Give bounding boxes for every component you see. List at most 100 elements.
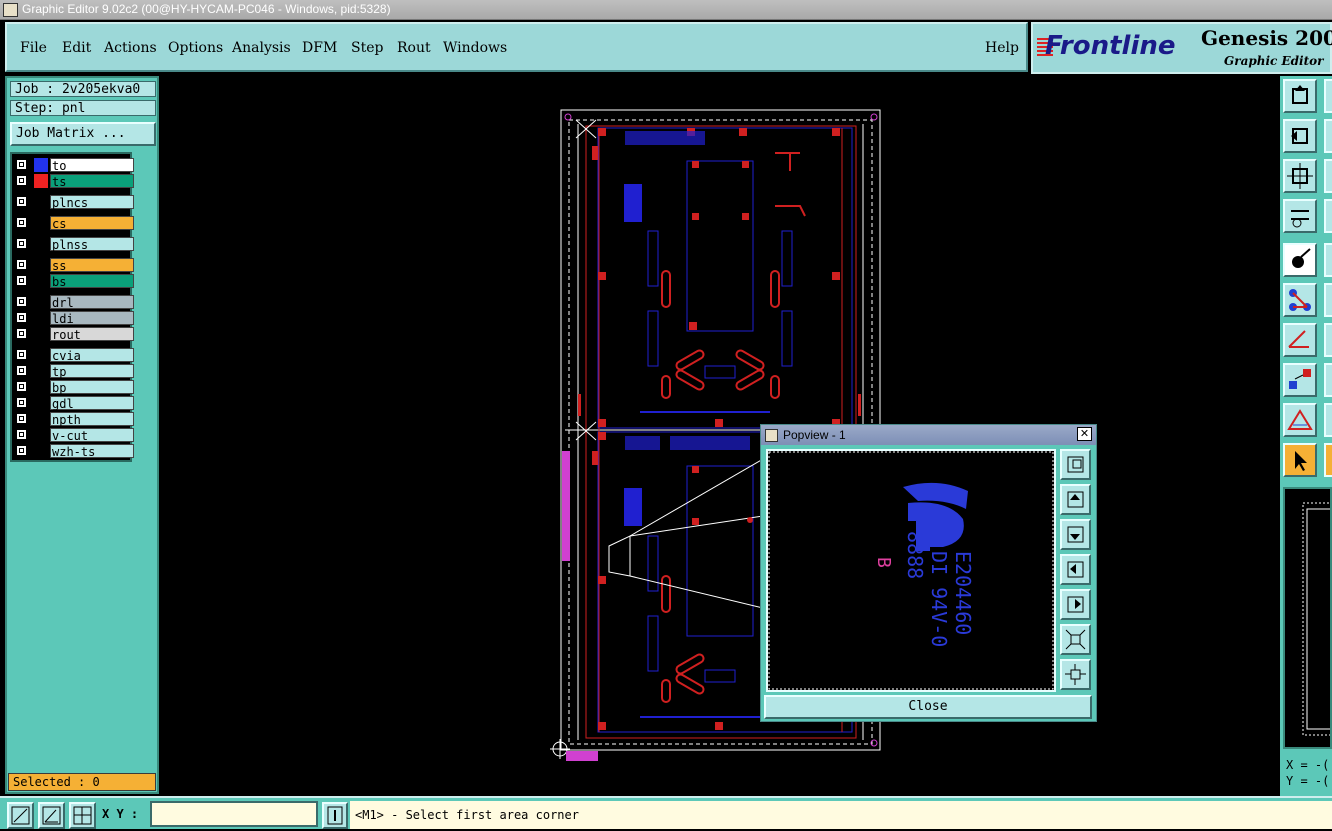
menu-actions[interactable]: Actions (104, 40, 157, 56)
layer-row-plncs[interactable]: plncs (16, 195, 134, 210)
tool-move-icon[interactable] (1283, 363, 1317, 397)
layer-name[interactable]: plncs (50, 195, 134, 210)
menu-analysis[interactable]: Analysis (232, 40, 291, 56)
layer-name[interactable]: drl (50, 295, 134, 310)
step-name: Step: pnl (10, 100, 156, 116)
popview-pan-right-button[interactable] (1060, 589, 1091, 620)
popview-window-icon (765, 429, 778, 442)
layer-checkbox[interactable] (16, 312, 27, 323)
tool-pan-left-icon[interactable] (1283, 119, 1317, 153)
layer-name[interactable]: tp (50, 364, 134, 379)
layer-row-drl[interactable]: drl (16, 295, 134, 310)
layer-checkbox[interactable] (16, 397, 27, 408)
layer-name[interactable]: ss (50, 258, 134, 273)
menu-file[interactable]: File (20, 40, 47, 56)
layer-row-tp[interactable]: tp (16, 364, 134, 379)
job-matrix-button[interactable]: Job Matrix ... (10, 122, 156, 146)
layer-name[interactable]: v-cut (50, 428, 134, 443)
measure-tool-icon[interactable] (7, 802, 34, 829)
status-bar: X Y : <M1> - Select first area corner (0, 796, 1332, 829)
layer-name[interactable]: ts (50, 174, 134, 189)
menu-step[interactable]: Step (351, 40, 383, 56)
layer-name[interactable]: cvia (50, 348, 134, 363)
popview-pan-left-button[interactable] (1060, 554, 1091, 585)
info-button-icon[interactable] (322, 802, 348, 829)
tool-open-icon[interactable] (1283, 79, 1317, 113)
layer-name[interactable]: to (50, 158, 134, 173)
layer-checkbox[interactable] (16, 196, 27, 207)
popview-dialog: Popview - 1 ✕ E204460 DI 94V-0 8888 B Cl… (760, 424, 1097, 722)
layer-checkbox[interactable] (16, 159, 27, 170)
tool-add-feature-icon[interactable] (1283, 243, 1317, 277)
popview-title: Popview - 1 (783, 428, 846, 442)
layer-row-wzh-ts[interactable]: wzh-ts (16, 444, 134, 459)
layer-row-ss[interactable]: ss (16, 258, 134, 273)
popview-pan-down-button[interactable] (1060, 519, 1091, 550)
layer-row-ldi[interactable]: ldi (16, 311, 134, 326)
tool-select-icon[interactable] (1283, 443, 1317, 477)
marking-line-2: 8888 (903, 531, 927, 579)
layer-color-swatch (34, 348, 48, 362)
popview-close-x-icon[interactable]: ✕ (1077, 427, 1092, 441)
popview-canvas[interactable]: E204460 DI 94V-0 8888 B (766, 449, 1056, 692)
layer-name[interactable]: bs (50, 274, 134, 289)
popview-titlebar[interactable]: Popview - 1 ✕ (761, 425, 1096, 445)
layer-row-bp[interactable]: bp (16, 380, 134, 395)
layer-row-cs[interactable]: cs (16, 216, 134, 231)
marking-line-1: DI 94V-0 (927, 551, 951, 647)
tool-line-icon[interactable] (1283, 323, 1317, 357)
layer-name[interactable]: wzh-ts (50, 444, 134, 459)
menu-rout[interactable]: Rout (397, 40, 431, 56)
layer-checkbox[interactable] (16, 175, 27, 186)
angle-tool-icon[interactable] (38, 802, 65, 829)
popview-zoom-out-button[interactable] (1060, 624, 1091, 655)
layer-name[interactable]: npth (50, 412, 134, 427)
overview-map[interactable] (1283, 487, 1332, 749)
popview-zoom-window-button[interactable] (1060, 449, 1091, 480)
layer-checkbox[interactable] (16, 445, 27, 456)
layer-name[interactable]: plnss (50, 237, 134, 252)
popview-zoom-in-button[interactable] (1060, 659, 1091, 690)
layer-row-to[interactable]: to (16, 158, 134, 173)
layer-checkbox[interactable] (16, 413, 27, 424)
popview-pan-up-button[interactable] (1060, 484, 1091, 515)
menu-edit[interactable]: Edit (62, 40, 91, 56)
layer-checkbox[interactable] (16, 296, 27, 307)
layer-row-gdl[interactable]: gdl (16, 396, 134, 411)
layer-name[interactable]: cs (50, 216, 134, 231)
graphic-canvas[interactable] (160, 76, 1280, 794)
menu-options[interactable]: Options (168, 40, 223, 56)
layer-checkbox[interactable] (16, 349, 27, 360)
tool-connect-icon[interactable] (1283, 283, 1317, 317)
layer-row-ts[interactable]: ts (16, 174, 134, 189)
layer-name[interactable]: rout (50, 327, 134, 342)
menu-help[interactable]: Help (985, 40, 1019, 56)
layer-checkbox[interactable] (16, 365, 27, 376)
layer-name[interactable]: ldi (50, 311, 134, 326)
layer-name[interactable]: bp (50, 380, 134, 395)
window-title: Graphic Editor 9.02c2 (00@HY-HYCAM-PC046… (22, 2, 391, 16)
menu-windows[interactable]: Windows (443, 40, 507, 56)
popview-close-button[interactable]: Close (764, 695, 1092, 719)
layer-checkbox[interactable] (16, 328, 27, 339)
layer-name[interactable]: gdl (50, 396, 134, 411)
menu-dfm[interactable]: DFM (302, 40, 337, 56)
layer-row-cvia[interactable]: cvia (16, 348, 134, 363)
tool-measure-icon[interactable] (1283, 403, 1317, 437)
tool-settings-icon[interactable] (1283, 199, 1317, 233)
layer-row-rout[interactable]: rout (16, 327, 134, 342)
layer-row-v-cut[interactable]: v-cut (16, 428, 134, 443)
xy-coordinate-input[interactable] (150, 801, 318, 827)
logo-product: Genesis 2000 (1201, 26, 1332, 50)
layer-checkbox[interactable] (16, 429, 27, 440)
layer-row-bs[interactable]: bs (16, 274, 134, 289)
grid-tool-icon[interactable] (69, 802, 96, 829)
tool-fit-icon[interactable] (1283, 159, 1317, 193)
layer-checkbox[interactable] (16, 217, 27, 228)
layer-row-plnss[interactable]: plnss (16, 237, 134, 252)
layer-checkbox[interactable] (16, 381, 27, 392)
layer-checkbox[interactable] (16, 275, 27, 286)
layer-checkbox[interactable] (16, 238, 27, 249)
layer-checkbox[interactable] (16, 259, 27, 270)
layer-row-npth[interactable]: npth (16, 412, 134, 427)
